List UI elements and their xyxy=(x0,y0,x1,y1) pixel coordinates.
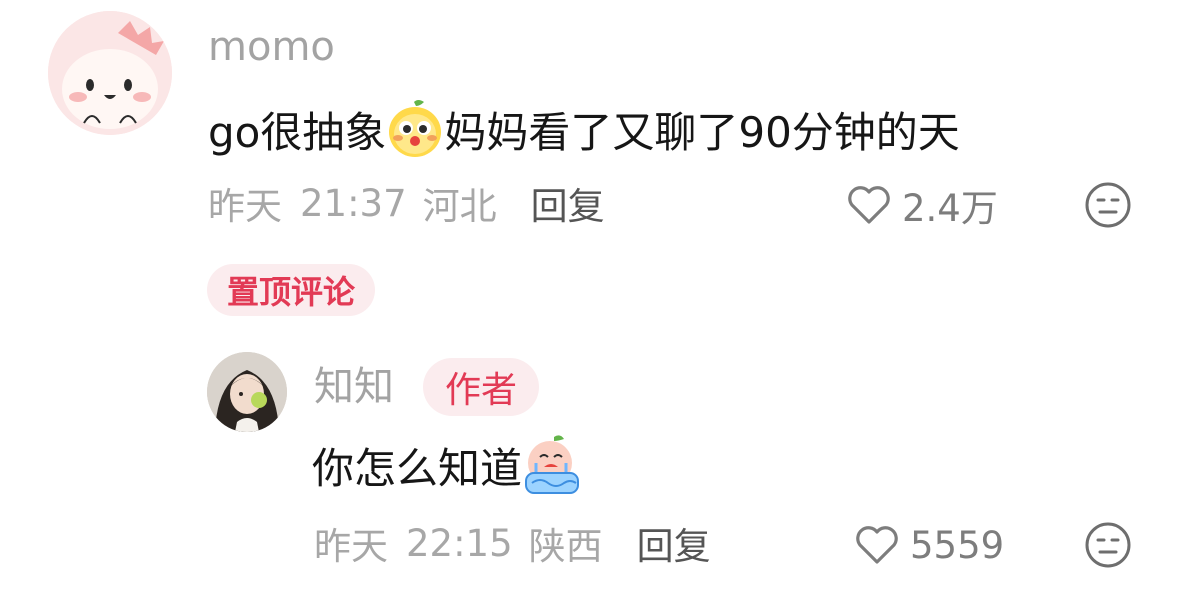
pinned-badge: 置顶评论 xyxy=(207,264,376,316)
heart-outline-icon xyxy=(856,526,898,564)
reply-avatar[interactable] xyxy=(207,352,287,432)
reply-like-count: 5559 xyxy=(910,523,1005,567)
reply-date: 昨天 xyxy=(314,525,388,568)
comment-text-part-1: go很抽象 xyxy=(208,107,387,157)
like-button[interactable]: 2.4万 xyxy=(846,180,998,230)
crying-peach-emoji-icon xyxy=(520,433,584,497)
reply-dislike-button[interactable] xyxy=(1083,520,1133,570)
reply-like-button[interactable]: 5559 xyxy=(854,520,1004,570)
reply-username[interactable]: 知知 xyxy=(314,362,394,412)
meh-face-icon xyxy=(1085,522,1131,568)
dislike-button[interactable] xyxy=(1083,180,1133,230)
comment-meta: 昨天 21:37 河北 回复 xyxy=(208,176,605,230)
heart-outline-icon xyxy=(848,186,890,224)
lemon-face-emoji-icon xyxy=(384,98,446,160)
author-badge: 作者 xyxy=(423,358,540,416)
meh-face-icon xyxy=(1085,182,1131,228)
comment-date: 昨天 xyxy=(208,185,282,228)
reply-meta: 昨天 22:15 陕西 回复 xyxy=(314,516,711,570)
comment-text: go很抽象 妈妈看了又聊了90分钟的天 xyxy=(208,98,960,160)
reply-text: 你怎么知道 xyxy=(312,432,582,498)
reply-text-content: 你怎么知道 xyxy=(312,443,523,493)
reply-time: 22:15 xyxy=(406,521,513,565)
like-count: 2.4万 xyxy=(902,187,998,230)
reply-reply-button[interactable]: 回复 xyxy=(637,516,711,570)
comment-time: 21:37 xyxy=(300,181,407,225)
reply-button[interactable]: 回复 xyxy=(531,176,605,230)
comment-location: 河北 xyxy=(422,185,497,228)
avatar-image xyxy=(48,11,172,135)
avatar[interactable] xyxy=(48,11,172,135)
reply-location: 陕西 xyxy=(528,525,603,568)
comment-thread: momo go很抽象 妈妈看了又聊了90分钟的天 昨天 21:37 河北 回复 xyxy=(0,0,1179,592)
comment-text-part-2: 妈妈看了又聊了90分钟的天 xyxy=(444,107,960,157)
reply-avatar-image xyxy=(207,352,287,432)
comment-username[interactable]: momo xyxy=(208,22,335,72)
